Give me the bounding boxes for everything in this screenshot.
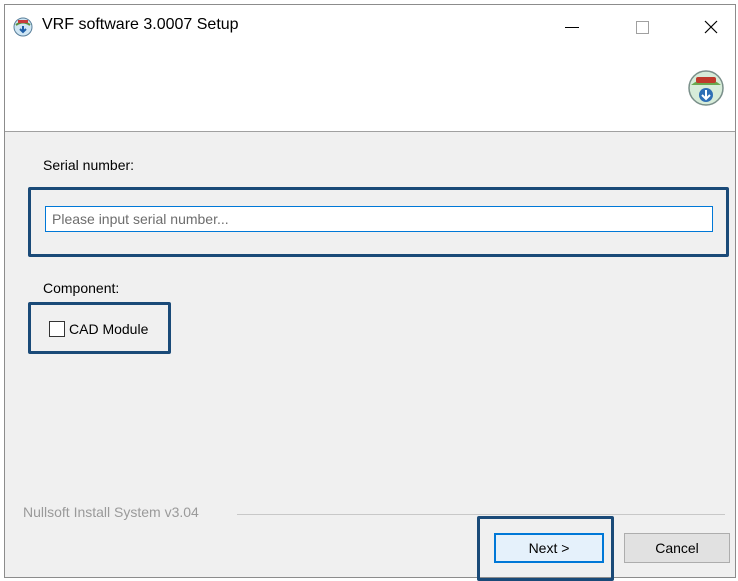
maximize-icon xyxy=(635,20,649,34)
header-band xyxy=(5,49,735,132)
installer-branding: Nullsoft Install System v3.04 xyxy=(23,504,199,520)
component-label: Component: xyxy=(43,280,120,296)
footer-divider xyxy=(237,514,725,515)
close-icon xyxy=(704,20,718,34)
cad-highlight-box xyxy=(28,302,171,354)
serial-highlight-box xyxy=(28,187,729,257)
cancel-button[interactable]: Cancel xyxy=(624,533,730,563)
setup-window: VRF software 3.0007 Setup Serial number:… xyxy=(4,4,736,581)
close-button[interactable] xyxy=(688,5,734,49)
window-title: VRF software 3.0007 Setup xyxy=(42,16,239,33)
next-highlight-box xyxy=(477,516,614,581)
maximize-button[interactable] xyxy=(619,5,665,49)
minimize-icon xyxy=(565,26,579,28)
title-bar[interactable]: VRF software 3.0007 Setup xyxy=(5,5,735,49)
serial-number-label: Serial number: xyxy=(43,157,135,173)
minimize-button[interactable] xyxy=(549,5,595,49)
installer-globe-icon xyxy=(13,17,33,37)
installer-logo-icon xyxy=(688,70,724,106)
